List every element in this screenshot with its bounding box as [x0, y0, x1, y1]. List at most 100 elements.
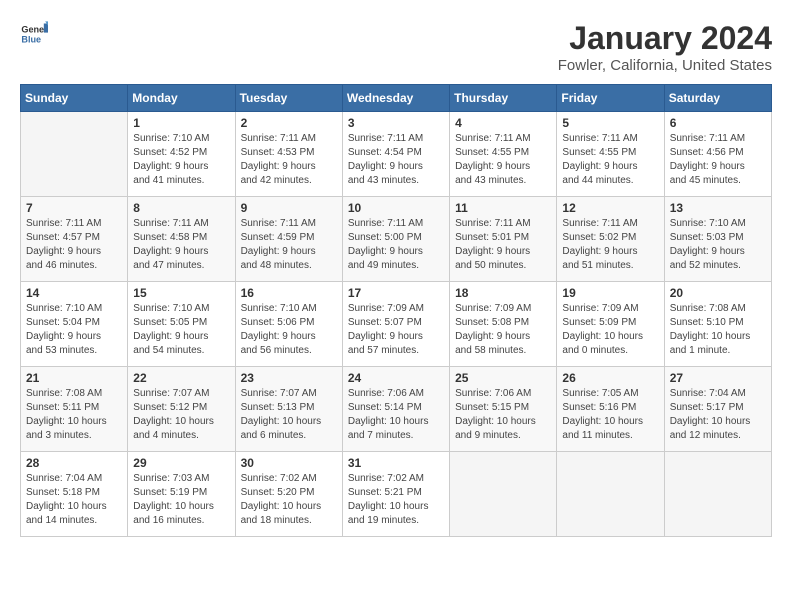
day-info: Sunrise: 7:11 AM Sunset: 4:53 PM Dayligh…	[241, 132, 337, 188]
day-info: Sunrise: 7:11 AM Sunset: 4:56 PM Dayligh…	[670, 132, 766, 188]
calendar-cell: 10 Sunrise: 7:11 AM Sunset: 5:00 PM Dayli…	[342, 197, 449, 282]
calendar-cell: 17 Sunrise: 7:09 AM Sunset: 5:07 PM Dayli…	[342, 282, 449, 367]
calendar-cell: 22 Sunrise: 7:07 AM Sunset: 5:12 PM Dayli…	[128, 367, 235, 452]
day-number: 23	[241, 371, 337, 385]
day-number: 8	[133, 201, 229, 215]
day-number: 26	[562, 371, 658, 385]
calendar-cell: 28 Sunrise: 7:04 AM Sunset: 5:18 PM Dayli…	[21, 452, 128, 537]
calendar-cell	[21, 112, 128, 197]
day-number: 20	[670, 286, 766, 300]
day-number: 27	[670, 371, 766, 385]
day-number: 5	[562, 116, 658, 130]
day-info: Sunrise: 7:10 AM Sunset: 5:06 PM Dayligh…	[241, 302, 337, 358]
day-info: Sunrise: 7:09 AM Sunset: 5:09 PM Dayligh…	[562, 302, 658, 358]
calendar-cell: 23 Sunrise: 7:07 AM Sunset: 5:13 PM Dayli…	[235, 367, 342, 452]
day-info: Sunrise: 7:11 AM Sunset: 4:55 PM Dayligh…	[562, 132, 658, 188]
calendar-cell	[557, 452, 664, 537]
calendar-cell: 1Sunrise: 7:10 AM Sunset: 4:52 PM Daylig…	[128, 112, 235, 197]
calendar-cell: 18Sunrise: 7:09 AM Sunset: 5:08 PM Dayli…	[450, 282, 557, 367]
day-number: 28	[26, 456, 122, 470]
logo-icon: General Blue	[20, 20, 48, 48]
calendar-cell: 12Sunrise: 7:11 AM Sunset: 5:02 PM Dayli…	[557, 197, 664, 282]
calendar-cell	[664, 452, 771, 537]
weekday-header-monday: Monday	[128, 85, 235, 112]
day-number: 9	[241, 201, 337, 215]
day-info: Sunrise: 7:11 AM Sunset: 4:54 PM Dayligh…	[348, 132, 444, 188]
day-number: 3	[348, 116, 444, 130]
day-number: 30	[241, 456, 337, 470]
logo: General Blue	[20, 20, 48, 48]
day-number: 19	[562, 286, 658, 300]
day-number: 15	[133, 286, 229, 300]
day-number: 2	[241, 116, 337, 130]
day-info: Sunrise: 7:10 AM Sunset: 5:03 PM Dayligh…	[670, 217, 766, 273]
day-info: Sunrise: 7:08 AM Sunset: 5:10 PM Dayligh…	[670, 302, 766, 358]
day-info: Sunrise: 7:10 AM Sunset: 5:04 PM Dayligh…	[26, 302, 122, 358]
day-number: 25	[455, 371, 551, 385]
week-row-2: 14 Sunrise: 7:10 AM Sunset: 5:04 PM Dayli…	[21, 282, 772, 367]
day-number: 31	[348, 456, 444, 470]
calendar-cell	[450, 452, 557, 537]
day-number: 29	[133, 456, 229, 470]
day-number: 22	[133, 371, 229, 385]
day-info: Sunrise: 7:11 AM Sunset: 5:02 PM Dayligh…	[562, 217, 658, 273]
svg-text:Blue: Blue	[21, 34, 41, 44]
day-info: Sunrise: 7:07 AM Sunset: 5:12 PM Dayligh…	[133, 387, 229, 443]
calendar-cell: 15 Sunrise: 7:10 AM Sunset: 5:05 PM Dayli…	[128, 282, 235, 367]
month-title: January 2024	[558, 20, 772, 57]
day-info: Sunrise: 7:08 AM Sunset: 5:11 PM Dayligh…	[26, 387, 122, 443]
day-info: Sunrise: 7:11 AM Sunset: 5:01 PM Dayligh…	[455, 217, 551, 273]
calendar-cell: 27Sunrise: 7:04 AM Sunset: 5:17 PM Dayli…	[664, 367, 771, 452]
day-number: 11	[455, 201, 551, 215]
day-number: 4	[455, 116, 551, 130]
calendar-cell: 25Sunrise: 7:06 AM Sunset: 5:15 PM Dayli…	[450, 367, 557, 452]
calendar-cell: 26 Sunrise: 7:05 AM Sunset: 5:16 PM Dayli…	[557, 367, 664, 452]
calendar-cell: 11 Sunrise: 7:11 AM Sunset: 5:01 PM Dayli…	[450, 197, 557, 282]
day-info: Sunrise: 7:09 AM Sunset: 5:08 PM Dayligh…	[455, 302, 551, 358]
day-number: 17	[348, 286, 444, 300]
day-info: Sunrise: 7:10 AM Sunset: 5:05 PM Dayligh…	[133, 302, 229, 358]
calendar-cell: 13 Sunrise: 7:10 AM Sunset: 5:03 PM Dayli…	[664, 197, 771, 282]
week-row-1: 7 Sunrise: 7:11 AM Sunset: 4:57 PM Daylig…	[21, 197, 772, 282]
calendar-cell: 30 Sunrise: 7:02 AM Sunset: 5:20 PM Dayli…	[235, 452, 342, 537]
calendar-cell: 6Sunrise: 7:11 AM Sunset: 4:56 PM Daylig…	[664, 112, 771, 197]
calendar-cell: 29Sunrise: 7:03 AM Sunset: 5:19 PM Dayli…	[128, 452, 235, 537]
day-info: Sunrise: 7:11 AM Sunset: 5:00 PM Dayligh…	[348, 217, 444, 273]
week-row-0: 1Sunrise: 7:10 AM Sunset: 4:52 PM Daylig…	[21, 112, 772, 197]
calendar-cell: 9Sunrise: 7:11 AM Sunset: 4:59 PM Daylig…	[235, 197, 342, 282]
weekday-header-thursday: Thursday	[450, 85, 557, 112]
calendar-cell: 2 Sunrise: 7:11 AM Sunset: 4:53 PM Daylig…	[235, 112, 342, 197]
day-info: Sunrise: 7:04 AM Sunset: 5:18 PM Dayligh…	[26, 472, 122, 528]
day-info: Sunrise: 7:02 AM Sunset: 5:20 PM Dayligh…	[241, 472, 337, 528]
weekday-header-sunday: Sunday	[21, 85, 128, 112]
day-info: Sunrise: 7:05 AM Sunset: 5:16 PM Dayligh…	[562, 387, 658, 443]
day-number: 14	[26, 286, 122, 300]
calendar-cell: 16 Sunrise: 7:10 AM Sunset: 5:06 PM Dayli…	[235, 282, 342, 367]
day-number: 1	[133, 116, 229, 130]
day-number: 13	[670, 201, 766, 215]
day-info: Sunrise: 7:09 AM Sunset: 5:07 PM Dayligh…	[348, 302, 444, 358]
weekday-header-wednesday: Wednesday	[342, 85, 449, 112]
calendar-cell: 4 Sunrise: 7:11 AM Sunset: 4:55 PM Daylig…	[450, 112, 557, 197]
calendar-cell: 24Sunrise: 7:06 AM Sunset: 5:14 PM Dayli…	[342, 367, 449, 452]
calendar-cell: 8Sunrise: 7:11 AM Sunset: 4:58 PM Daylig…	[128, 197, 235, 282]
day-number: 7	[26, 201, 122, 215]
calendar-cell: 14 Sunrise: 7:10 AM Sunset: 5:04 PM Dayli…	[21, 282, 128, 367]
weekday-header-friday: Friday	[557, 85, 664, 112]
day-info: Sunrise: 7:02 AM Sunset: 5:21 PM Dayligh…	[348, 472, 444, 528]
calendar-cell: 3 Sunrise: 7:11 AM Sunset: 4:54 PM Daylig…	[342, 112, 449, 197]
calendar-cell: 31 Sunrise: 7:02 AM Sunset: 5:21 PM Dayli…	[342, 452, 449, 537]
day-number: 24	[348, 371, 444, 385]
title-area: January 2024 Fowler, California, United …	[558, 20, 772, 74]
day-info: Sunrise: 7:11 AM Sunset: 4:55 PM Dayligh…	[455, 132, 551, 188]
calendar-cell: 7 Sunrise: 7:11 AM Sunset: 4:57 PM Daylig…	[21, 197, 128, 282]
calendar-cell: 21Sunrise: 7:08 AM Sunset: 5:11 PM Dayli…	[21, 367, 128, 452]
day-number: 10	[348, 201, 444, 215]
weekday-header-saturday: Saturday	[664, 85, 771, 112]
day-number: 16	[241, 286, 337, 300]
day-info: Sunrise: 7:07 AM Sunset: 5:13 PM Dayligh…	[241, 387, 337, 443]
weekday-header-row: SundayMondayTuesdayWednesdayThursdayFrid…	[21, 85, 772, 112]
day-info: Sunrise: 7:11 AM Sunset: 4:57 PM Dayligh…	[26, 217, 122, 273]
week-row-3: 21Sunrise: 7:08 AM Sunset: 5:11 PM Dayli…	[21, 367, 772, 452]
week-row-4: 28 Sunrise: 7:04 AM Sunset: 5:18 PM Dayli…	[21, 452, 772, 537]
